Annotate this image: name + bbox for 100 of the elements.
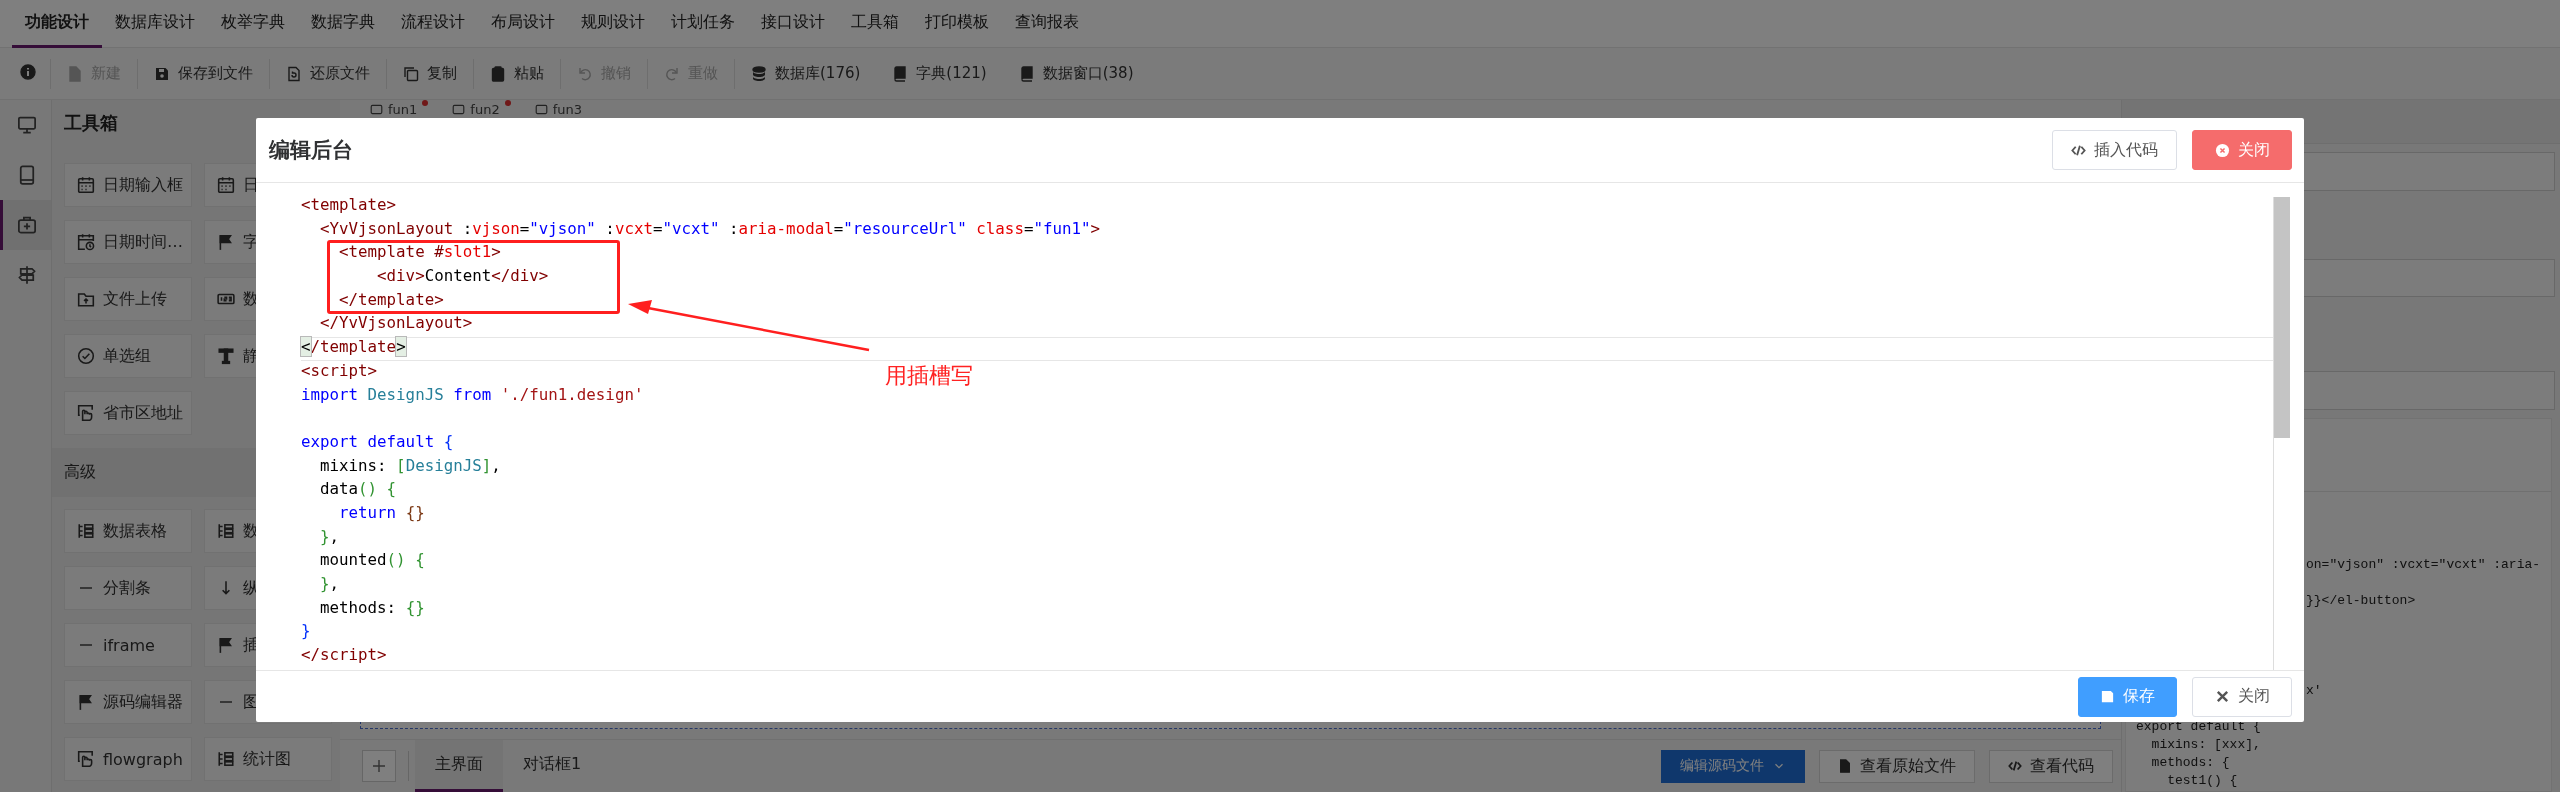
toolbox-item[interactable]: 文件上传 xyxy=(64,277,192,321)
toolbar-button[interactable]: 复制 xyxy=(387,53,473,94)
menu-tab[interactable]: 计划任务 xyxy=(658,0,748,48)
plus-icon xyxy=(371,758,387,774)
calendar-icon xyxy=(77,176,95,194)
annotation-label: 用插槽写 xyxy=(885,362,973,390)
code-line: </template> xyxy=(338,289,444,311)
code-line: <YvVjsonLayout :vjson="vjson" :vcxt="vcxt" :aria-modal="resourceUrl" class="fun1"> xyxy=(319,218,1100,240)
code-line: x' xyxy=(2306,682,2322,700)
close-icon xyxy=(2214,142,2230,158)
toolbox-item[interactable]: 省市区地址 xyxy=(64,391,192,435)
menu-tab[interactable]: 接口设计 xyxy=(748,0,838,48)
list-icon xyxy=(217,522,235,540)
code-line: <script> xyxy=(301,360,378,382)
toolbox-item[interactable]: 单选组 xyxy=(64,334,192,378)
menu-tab[interactable]: 流程设计 xyxy=(388,0,478,48)
page-tab[interactable]: 主界面 xyxy=(415,740,503,792)
dialog-button[interactable]: 关闭 xyxy=(2192,130,2292,170)
page-tab[interactable]: 对话框1 xyxy=(503,740,602,792)
toolbar-button[interactable]: 保存到文件 xyxy=(138,53,269,94)
flag-icon xyxy=(217,233,235,251)
code-line: }, xyxy=(319,526,340,548)
code-line: <template #slot1> xyxy=(338,242,501,264)
undo-icon xyxy=(577,65,593,82)
monitor-icon xyxy=(17,115,37,135)
dialog-button[interactable]: 关闭 xyxy=(2192,676,2292,717)
editor-tab[interactable]: fun1 xyxy=(370,100,429,118)
dialog-button[interactable]: 保存 xyxy=(2078,676,2177,717)
code-line: </script> xyxy=(301,645,387,667)
menu-tab[interactable]: 打印模板 xyxy=(912,0,1002,48)
redo-icon xyxy=(664,65,680,82)
code-line: methods: { xyxy=(2150,754,2230,772)
window-icon xyxy=(370,102,383,116)
toolbar-button[interactable]: 还原文件 xyxy=(270,53,386,94)
toolbox-item[interactable]: 统计图 xyxy=(204,737,332,781)
close-icon xyxy=(2214,689,2230,704)
list-icon xyxy=(217,750,235,768)
menu-tab[interactable]: 规则设计 xyxy=(568,0,658,48)
code-line: } xyxy=(301,621,311,643)
tablet-icon xyxy=(17,165,37,185)
add-button[interactable] xyxy=(362,750,396,782)
dialog-button[interactable]: 插入代码 xyxy=(2052,130,2177,170)
window-icon xyxy=(452,102,466,116)
flag-icon xyxy=(217,636,235,654)
bar-button[interactable]: 编辑源码文件 xyxy=(1661,749,1805,783)
code-line: }}</el-button> xyxy=(2306,592,2416,610)
menu-tab[interactable]: 工具箱 xyxy=(838,0,912,48)
menu-tab[interactable]: 枚举字典 xyxy=(208,0,298,48)
menu-tab[interactable]: 数据库设计 xyxy=(102,0,208,48)
dash-icon xyxy=(77,587,95,589)
calendar-icon xyxy=(217,176,235,194)
panel-title: 工具箱 xyxy=(63,110,119,135)
text-icon xyxy=(217,347,235,365)
rail-button[interactable] xyxy=(0,200,51,250)
code-line: mounted() { xyxy=(319,550,425,572)
database-icon xyxy=(751,65,767,82)
scrollbar[interactable] xyxy=(2273,197,2290,670)
copy-icon xyxy=(403,65,419,82)
editor-tab[interactable]: fun2 xyxy=(452,100,511,118)
toolbox-item[interactable]: 日期输入框 xyxy=(64,163,192,207)
dash-icon xyxy=(77,644,95,646)
code-line: </template> xyxy=(301,337,406,359)
info-icon xyxy=(20,63,36,80)
code-line: methods: {} xyxy=(319,597,425,619)
scrollbar-thumb[interactable] xyxy=(2274,197,2290,438)
code-line: <template> xyxy=(301,195,397,216)
toolbar-button[interactable]: 字典(121) xyxy=(876,53,1003,94)
editor-tab[interactable]: fun3 xyxy=(534,100,582,118)
hand-icon xyxy=(77,404,95,422)
code-line: <div>Content</div> xyxy=(376,266,549,288)
book-icon xyxy=(892,65,909,82)
menu-tab[interactable]: 数据字典 xyxy=(298,0,388,48)
code-line: test1() { xyxy=(2166,772,2238,790)
calendar-clock-icon xyxy=(77,233,95,251)
bar-button[interactable]: 查看代码 xyxy=(1989,749,2113,783)
code-icon xyxy=(2008,759,2022,773)
toolbox-item[interactable]: 分割条 xyxy=(64,566,192,610)
hand-icon xyxy=(77,750,95,768)
window-icon xyxy=(534,102,548,116)
toolbox-item[interactable]: 日期时间… xyxy=(64,220,192,264)
dash-icon xyxy=(217,701,235,703)
menu-tab[interactable]: 布局设计 xyxy=(478,0,568,48)
code-line: mixins: [xxx], xyxy=(2150,736,2261,754)
menu-tab[interactable]: 查询报表 xyxy=(1002,0,1092,48)
toolbox-item[interactable]: 源码编辑器 xyxy=(64,680,192,724)
code-line: }, xyxy=(319,574,340,595)
toolbar-button[interactable]: 粘贴 xyxy=(474,53,560,94)
code-line: on="vjson" :vcxt="vcxt" :aria- xyxy=(2306,556,2541,574)
toolbar-button[interactable]: 数据窗口(38) xyxy=(1002,53,1150,94)
toolbox-item[interactable]: iframe xyxy=(64,623,192,667)
bar-button[interactable]: 查看原始文件 xyxy=(1819,749,1975,783)
toolbar-button[interactable]: 数据库(176) xyxy=(735,53,877,94)
file-icon xyxy=(1838,759,1852,773)
toolbox-item[interactable]: flowgraph xyxy=(64,737,192,781)
file-icon xyxy=(67,65,83,82)
toolbox-item[interactable]: 数据表格 xyxy=(64,509,192,553)
signpost-icon xyxy=(17,265,37,285)
book-icon xyxy=(1018,65,1035,82)
code-line: import DesignJS from './fun1.design' xyxy=(301,384,644,406)
dialog-title: 编辑后台 xyxy=(269,137,354,164)
